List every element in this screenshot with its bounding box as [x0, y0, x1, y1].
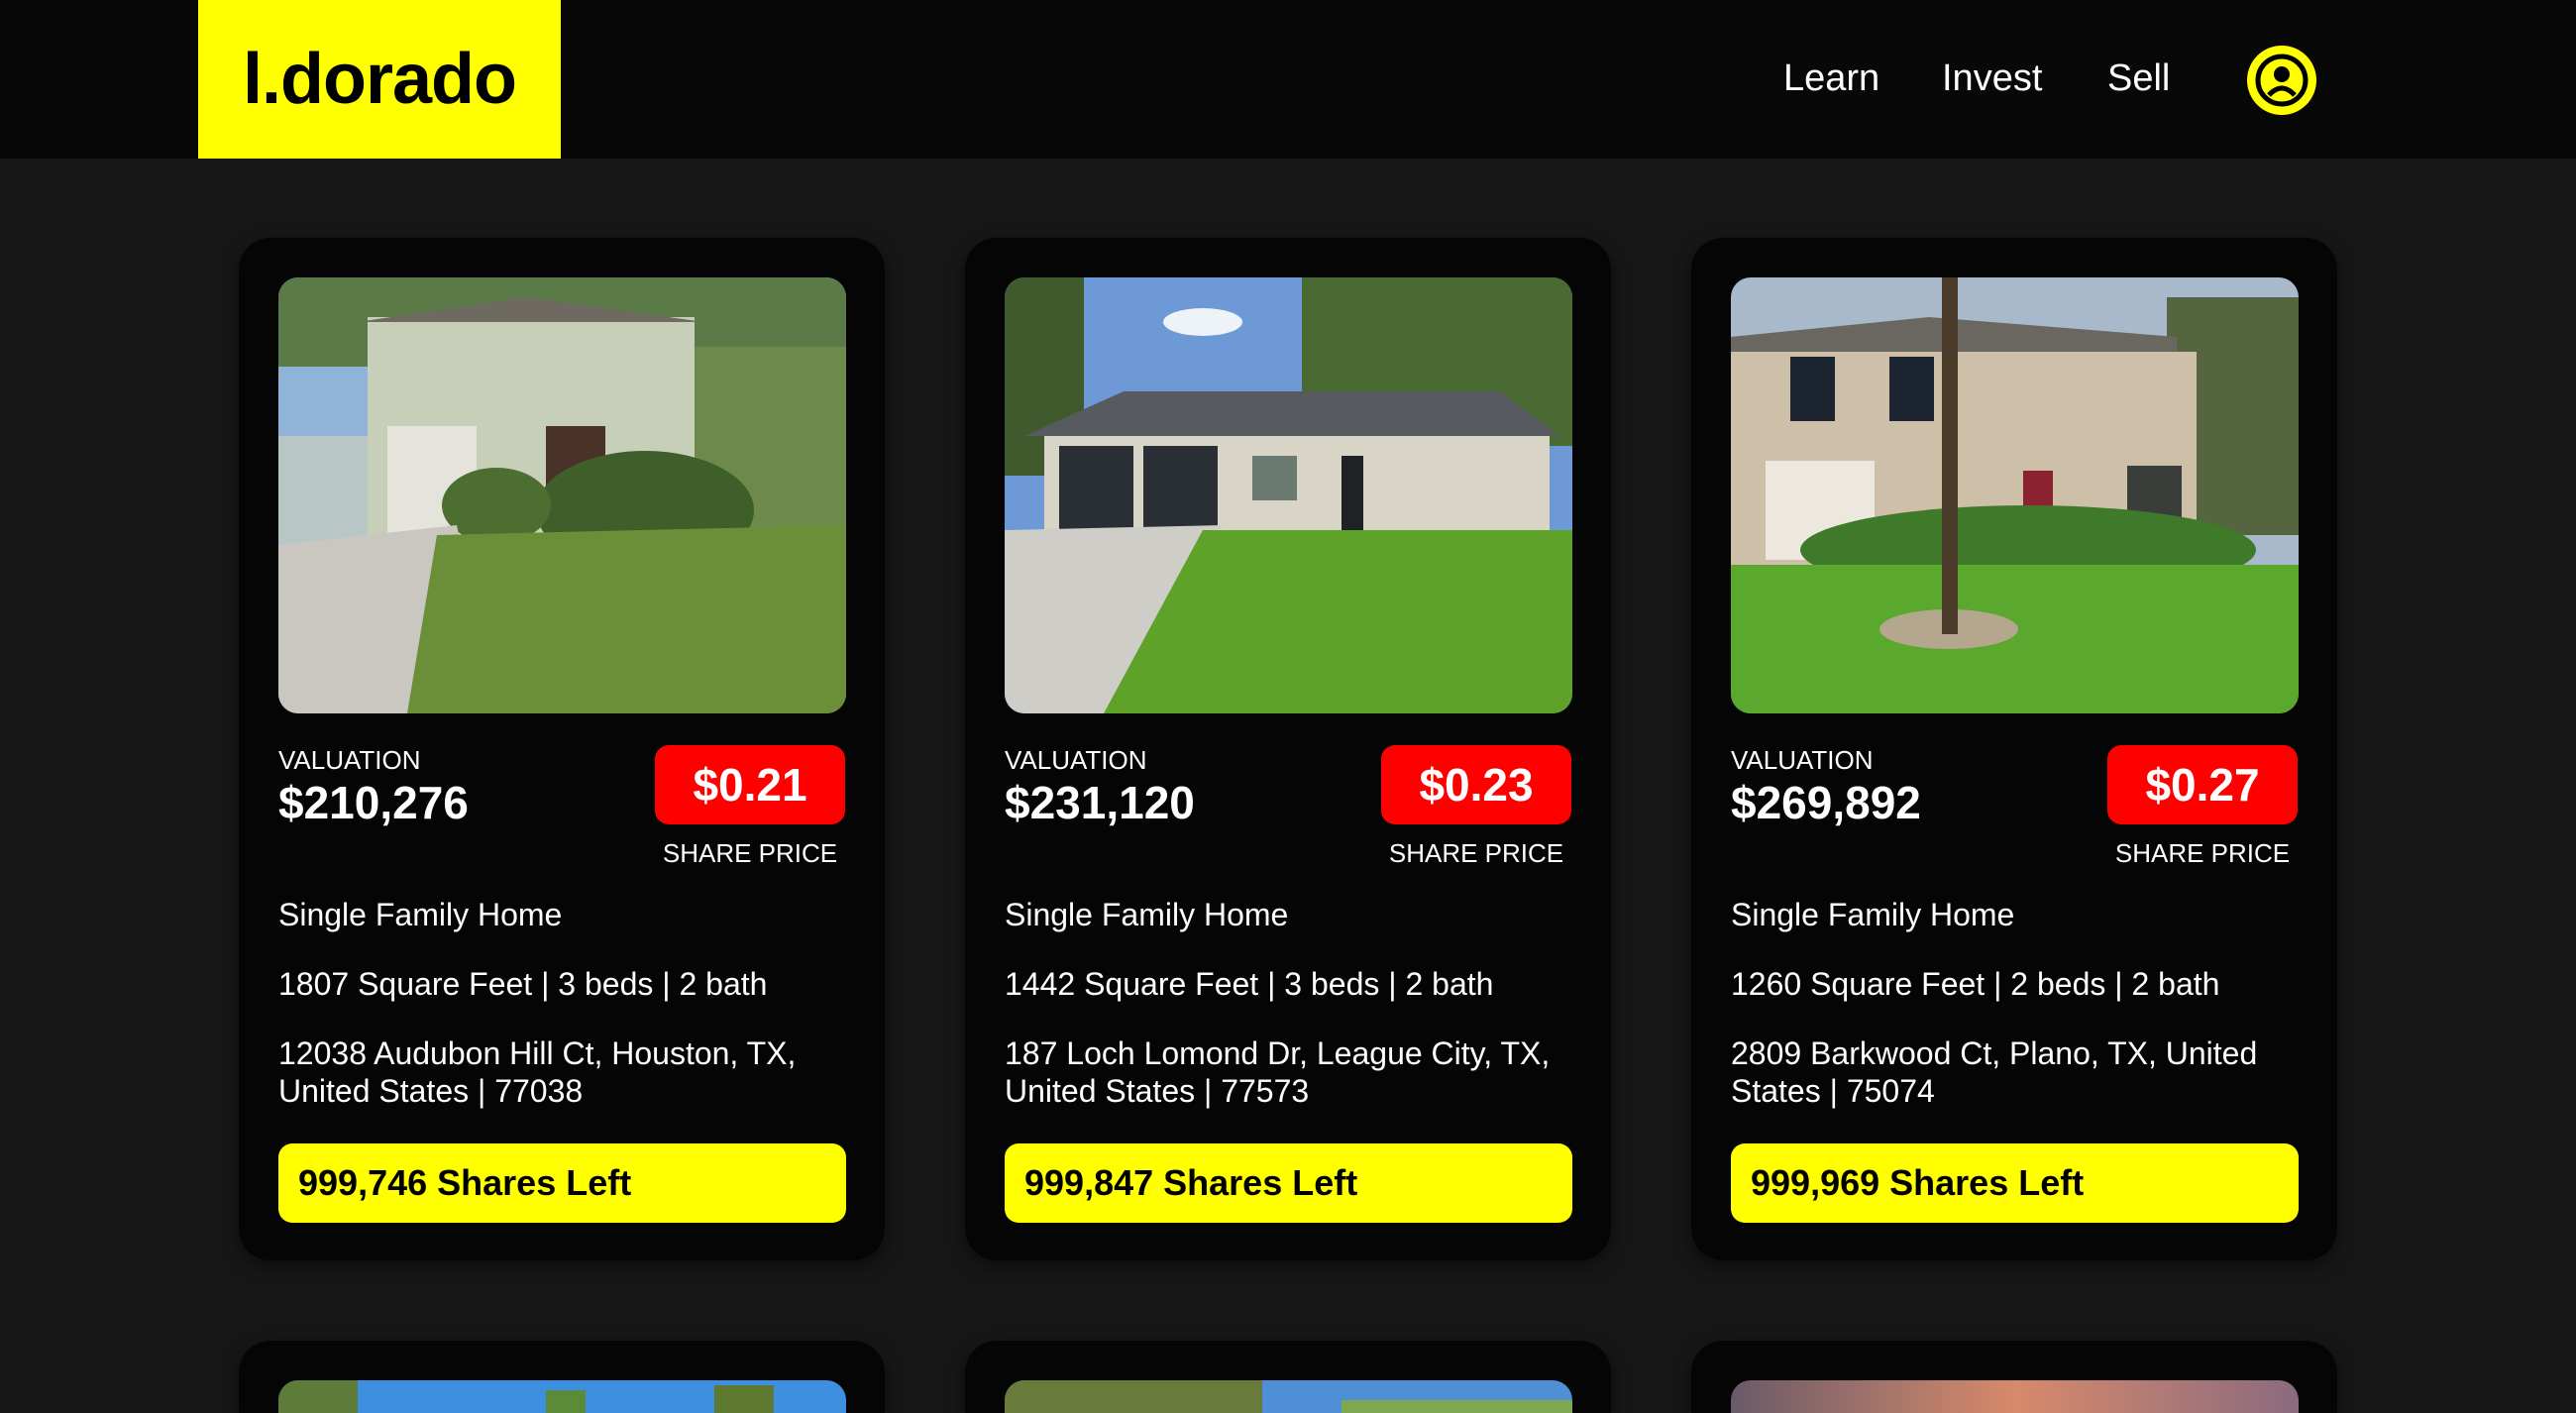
user-circle-icon: [2247, 46, 2316, 115]
property-address: 187 Loch Lomond Dr, League City, TX, Uni…: [1005, 1035, 1551, 1109]
property-specs: 1442 Square Feet | 3 beds | 2 bath: [1005, 966, 1494, 1002]
property-photo[interactable]: [1005, 277, 1572, 713]
property-type: Single Family Home: [278, 897, 563, 932]
valuation-amount: $231,120: [1005, 777, 1195, 828]
property-specs: 1260 Square Feet | 2 beds | 2 bath: [1731, 966, 2220, 1002]
valuation-label: VALUATION: [1731, 745, 1874, 775]
property-address: 12038 Audubon Hill Ct, Houston, TX, Unit…: [278, 1035, 797, 1109]
share-price-badge: $0.23: [1381, 745, 1571, 824]
valuation-amount: $269,892: [1731, 777, 1921, 828]
property-photo[interactable]: [1005, 1380, 1572, 1413]
share-price-label: SHARE PRICE: [662, 838, 838, 868]
share-price-label: SHARE PRICE: [2114, 838, 2291, 868]
nav-link-learn[interactable]: Learn: [1783, 54, 1879, 103]
account-button[interactable]: [2247, 46, 2316, 115]
share-price-label: SHARE PRICE: [1388, 838, 1564, 868]
property-type: Single Family Home: [1731, 897, 2015, 932]
property-photo[interactable]: [1731, 277, 2299, 713]
property-card[interactable]: [239, 1341, 885, 1413]
property-specs: 1807 Square Feet | 3 beds | 2 bath: [278, 966, 768, 1002]
property-photo[interactable]: [278, 277, 846, 713]
property-card[interactable]: VALUATION $269,892 $0.27 SHARE PRICE Sin…: [1691, 238, 2337, 1260]
nav-link-invest[interactable]: Invest: [1942, 54, 2042, 103]
share-price-badge: $0.21: [655, 745, 845, 824]
top-navbar: l.dorado Learn Invest Sell: [0, 0, 2576, 159]
property-photo[interactable]: [278, 1380, 846, 1413]
property-address: 2809 Barkwood Ct, Plano, TX, United Stat…: [1731, 1035, 2258, 1109]
valuation-label: VALUATION: [1005, 745, 1147, 775]
shares-left-button[interactable]: 999,969 Shares Left: [1731, 1143, 2299, 1223]
shares-left-button[interactable]: 999,847 Shares Left: [1005, 1143, 1572, 1223]
property-card[interactable]: VALUATION $210,276 $0.21 SHARE PRICE Sin…: [239, 238, 885, 1260]
property-card[interactable]: VALUATION $231,120 $0.23 SHARE PRICE Sin…: [965, 238, 1611, 1260]
valuation-label: VALUATION: [278, 745, 421, 775]
logo[interactable]: l.dorado: [198, 0, 561, 159]
valuation-amount: $210,276: [278, 777, 469, 828]
property-type: Single Family Home: [1005, 897, 1289, 932]
share-price-badge: $0.27: [2107, 745, 2298, 824]
property-card[interactable]: [1691, 1341, 2337, 1413]
property-card[interactable]: [965, 1341, 1611, 1413]
shares-left-button[interactable]: 999,746 Shares Left: [278, 1143, 846, 1223]
property-photo[interactable]: [1731, 1380, 2299, 1413]
nav-link-sell[interactable]: Sell: [2107, 54, 2170, 103]
